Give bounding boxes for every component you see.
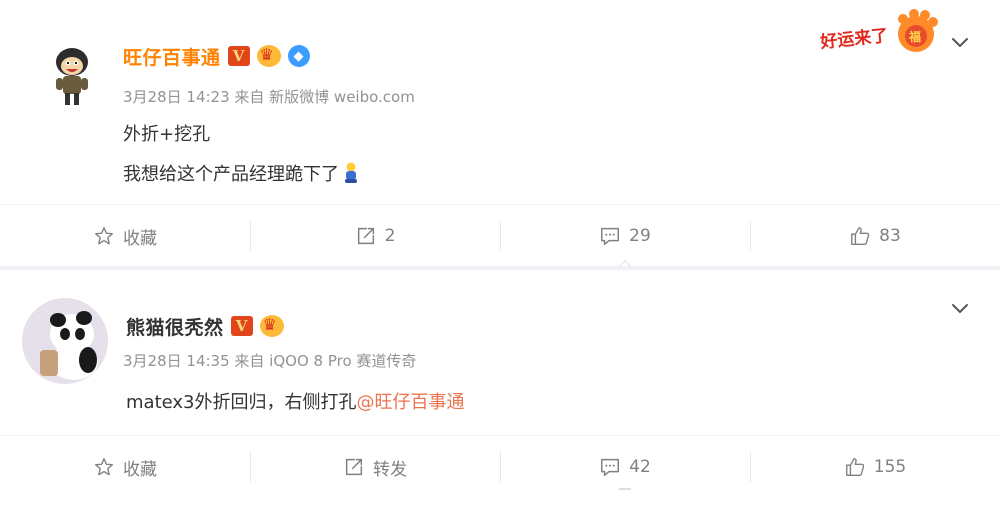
sticker-text: 好运来了 bbox=[818, 25, 889, 53]
post-text: matex3外折回归，右侧打孔@旺仔百事通 bbox=[126, 388, 464, 414]
blue-diamond-icon[interactable]: ◆ bbox=[287, 45, 310, 67]
svg-text:福: 福 bbox=[908, 29, 921, 44]
author-name[interactable]: 旺仔百事通 bbox=[123, 43, 221, 70]
author-row: 旺仔百事通 V ◆ bbox=[123, 40, 310, 72]
action-bar: 收藏 转发 42 155 bbox=[0, 435, 1000, 498]
comment-count: 42 bbox=[629, 457, 651, 477]
author-name[interactable]: 熊猫很秃然 bbox=[126, 313, 224, 340]
repost-button[interactable]: 2 bbox=[250, 205, 500, 267]
favorite-button[interactable]: 收藏 bbox=[0, 205, 250, 267]
action-bar: 收藏 2 29 83 bbox=[0, 204, 1000, 273]
crown-icon[interactable] bbox=[256, 45, 281, 67]
author-row: 熊猫很秃然 V bbox=[126, 310, 284, 342]
repost-count: 2 bbox=[384, 226, 396, 246]
good-luck-sticker-icon: 好运来了 福 bbox=[818, 9, 938, 53]
loading-indicator bbox=[619, 488, 631, 494]
favorite-label: 收藏 bbox=[123, 228, 157, 249]
post-meta[interactable]: 3月28日 14:23 来自 新版微博 weibo.com bbox=[123, 86, 415, 107]
mention-link[interactable]: @旺仔百事通 bbox=[356, 392, 464, 413]
repost-icon bbox=[345, 458, 363, 476]
chevron-down-icon[interactable] bbox=[948, 296, 972, 320]
thumbs-up-icon bbox=[851, 227, 870, 245]
star-icon bbox=[95, 458, 113, 476]
post-meta[interactable]: 3月28日 14:35 来自 iQOO 8 Pro 赛道传奇 bbox=[123, 350, 416, 371]
post-text-line-2: 我想给这个产品经理跪下了 bbox=[123, 160, 361, 186]
crown-icon[interactable] bbox=[259, 315, 284, 337]
user-avatar[interactable] bbox=[36, 38, 108, 110]
comment-button[interactable]: 42 bbox=[500, 436, 750, 498]
comment-icon bbox=[601, 458, 620, 476]
post-text-line-2-text: 我想给这个产品经理跪下了 bbox=[123, 164, 339, 185]
favorite-button[interactable]: 收藏 bbox=[0, 436, 250, 498]
weibo-post-2: 熊猫很秃然 V 3月28日 14:35 来自 iQOO 8 Pro 赛道传奇 m… bbox=[0, 270, 1000, 511]
verified-v-icon[interactable]: V bbox=[230, 316, 253, 336]
repost-button[interactable]: 转发 bbox=[250, 436, 500, 498]
like-button[interactable]: 155 bbox=[750, 436, 1000, 498]
comment-count: 29 bbox=[629, 226, 651, 246]
repost-icon bbox=[357, 227, 374, 245]
post-text-body: matex3外折回归，右侧打孔 bbox=[126, 392, 357, 413]
star-icon bbox=[95, 227, 113, 245]
comment-icon bbox=[601, 227, 620, 245]
weibo-post-1: 旺仔百事通 V ◆ 3月28日 14:23 来自 新版微博 weibo.com … bbox=[0, 0, 1000, 273]
comment-button[interactable]: 29 bbox=[500, 205, 750, 273]
post-text-line-1: 外折+挖孔 bbox=[123, 124, 211, 145]
repost-label: 转发 bbox=[373, 459, 407, 480]
like-count: 83 bbox=[879, 226, 901, 246]
verified-v-icon[interactable]: V bbox=[227, 46, 250, 66]
chevron-down-icon[interactable] bbox=[948, 30, 972, 54]
kneeling-person-emoji-icon bbox=[341, 162, 361, 184]
favorite-label: 收藏 bbox=[123, 459, 157, 480]
like-count: 155 bbox=[873, 457, 907, 477]
thumbs-up-icon bbox=[845, 458, 864, 476]
like-button[interactable]: 83 bbox=[750, 205, 1000, 267]
user-avatar[interactable] bbox=[22, 298, 108, 384]
